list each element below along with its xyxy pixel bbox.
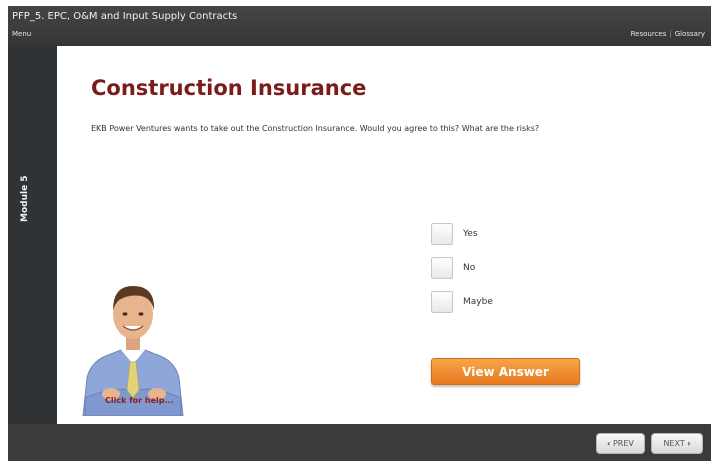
prev-button[interactable]: ‹ PREV xyxy=(596,433,645,454)
help-link[interactable]: Click for help... xyxy=(105,396,174,405)
top-bar: PFP_5. EPC, O&M and Input Supply Contrac… xyxy=(8,6,711,46)
option-no[interactable]: No xyxy=(431,256,493,280)
next-label: NEXT xyxy=(663,439,685,448)
chevron-left-icon: ‹ xyxy=(607,439,611,448)
menu-link[interactable]: Menu xyxy=(12,30,31,38)
next-button[interactable]: NEXT › xyxy=(651,433,703,454)
option-no-label: No xyxy=(463,263,476,273)
module-label: Module 5 xyxy=(20,175,30,222)
slide-content: Construction Insurance EKB Power Venture… xyxy=(57,46,711,424)
page-title: Construction Insurance xyxy=(91,76,367,100)
prev-label: PREV xyxy=(612,439,634,448)
answer-options: Yes No Maybe xyxy=(431,222,493,324)
course-title: PFP_5. EPC, O&M and Input Supply Contrac… xyxy=(12,11,238,22)
option-yes-checkbox[interactable] xyxy=(431,223,453,245)
module-sidebar: Module 5 xyxy=(8,46,57,424)
option-maybe[interactable]: Maybe xyxy=(431,290,493,314)
course-player-frame: PFP_5. EPC, O&M and Input Supply Contrac… xyxy=(8,6,711,461)
option-maybe-checkbox[interactable] xyxy=(431,291,453,313)
link-separator: | xyxy=(669,30,672,38)
chevron-right-icon: › xyxy=(687,439,691,448)
top-links: Resources | Glossary xyxy=(631,30,705,38)
question-text: EKB Power Ventures wants to take out the… xyxy=(91,124,540,133)
help-character-image[interactable] xyxy=(77,266,187,416)
glossary-link[interactable]: Glossary xyxy=(675,30,705,38)
option-yes[interactable]: Yes xyxy=(431,222,493,246)
footer-nav: ‹ PREV NEXT › xyxy=(8,424,711,461)
view-answer-button[interactable]: View Answer xyxy=(431,358,580,385)
option-maybe-label: Maybe xyxy=(463,297,493,307)
option-no-checkbox[interactable] xyxy=(431,257,453,279)
option-yes-label: Yes xyxy=(463,229,478,239)
resources-link[interactable]: Resources xyxy=(631,30,667,38)
